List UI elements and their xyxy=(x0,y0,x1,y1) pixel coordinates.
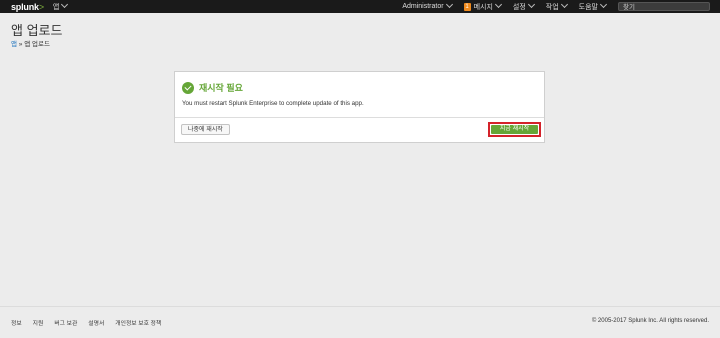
right-nav: Administrator 1 메시지 설정 작업 도움말 찾기 xyxy=(402,0,720,13)
splunk-logo[interactable]: splunk> xyxy=(11,2,44,12)
dialog-title: 재시작 필요 xyxy=(199,83,243,93)
activity-menu[interactable]: 작업 xyxy=(546,0,568,12)
breadcrumb: 앱 » 앱 업로드 xyxy=(11,41,50,48)
top-navigation-bar: splunk> 앱 Administrator 1 메시지 설정 작업 도움말 찾… xyxy=(0,0,720,13)
footer-link-support[interactable]: 지원 xyxy=(33,318,44,327)
messages-menu[interactable]: 1 메시지 xyxy=(463,0,502,12)
restart-later-button[interactable]: 나중에 재시작 xyxy=(181,124,230,135)
chevron-down-icon xyxy=(599,0,608,9)
footer-links: 정보 지원 버그 보관 설명서 개인정보 보호 정책 xyxy=(11,318,172,327)
dialog-header: 재시작 필요 xyxy=(182,81,243,94)
copyright-text: © 2005-2017 Splunk Inc. All rights reser… xyxy=(591,318,709,324)
chevron-down-icon xyxy=(560,0,568,9)
page-title: 앱 업로드 xyxy=(11,23,63,38)
dialog-message: You must restart Splunk Enterprise to co… xyxy=(182,100,364,107)
breadcrumb-current: 앱 업로드 xyxy=(24,41,50,48)
messages-count-badge: 1 xyxy=(463,2,471,11)
chevron-down-icon xyxy=(527,0,535,9)
footer-link-documentation[interactable]: 설명서 xyxy=(88,318,104,327)
user-menu[interactable]: Administrator xyxy=(402,0,453,10)
restart-required-dialog: 재시작 필요 You must restart Splunk Enterpris… xyxy=(174,71,545,143)
chevron-down-icon xyxy=(494,0,502,9)
footer-link-about[interactable]: 정보 xyxy=(11,318,22,327)
footer-link-file-bug[interactable]: 버그 보관 xyxy=(54,318,77,327)
check-circle-icon xyxy=(182,81,194,94)
restart-now-highlight: 지금 재시작 xyxy=(488,122,541,137)
restart-now-button[interactable]: 지금 재시작 xyxy=(491,125,538,134)
footer-link-privacy-policy[interactable]: 개인정보 보호 정책 xyxy=(115,318,161,327)
chevron-down-icon xyxy=(445,0,453,9)
chevron-down-icon xyxy=(61,0,69,8)
search-input[interactable]: 찾기 xyxy=(618,2,710,11)
help-menu[interactable]: 도움말 xyxy=(579,0,608,12)
apps-menu[interactable]: 앱 xyxy=(53,0,69,12)
dialog-divider xyxy=(175,117,544,118)
settings-menu[interactable]: 설정 xyxy=(513,0,535,12)
footer-divider xyxy=(0,306,720,307)
